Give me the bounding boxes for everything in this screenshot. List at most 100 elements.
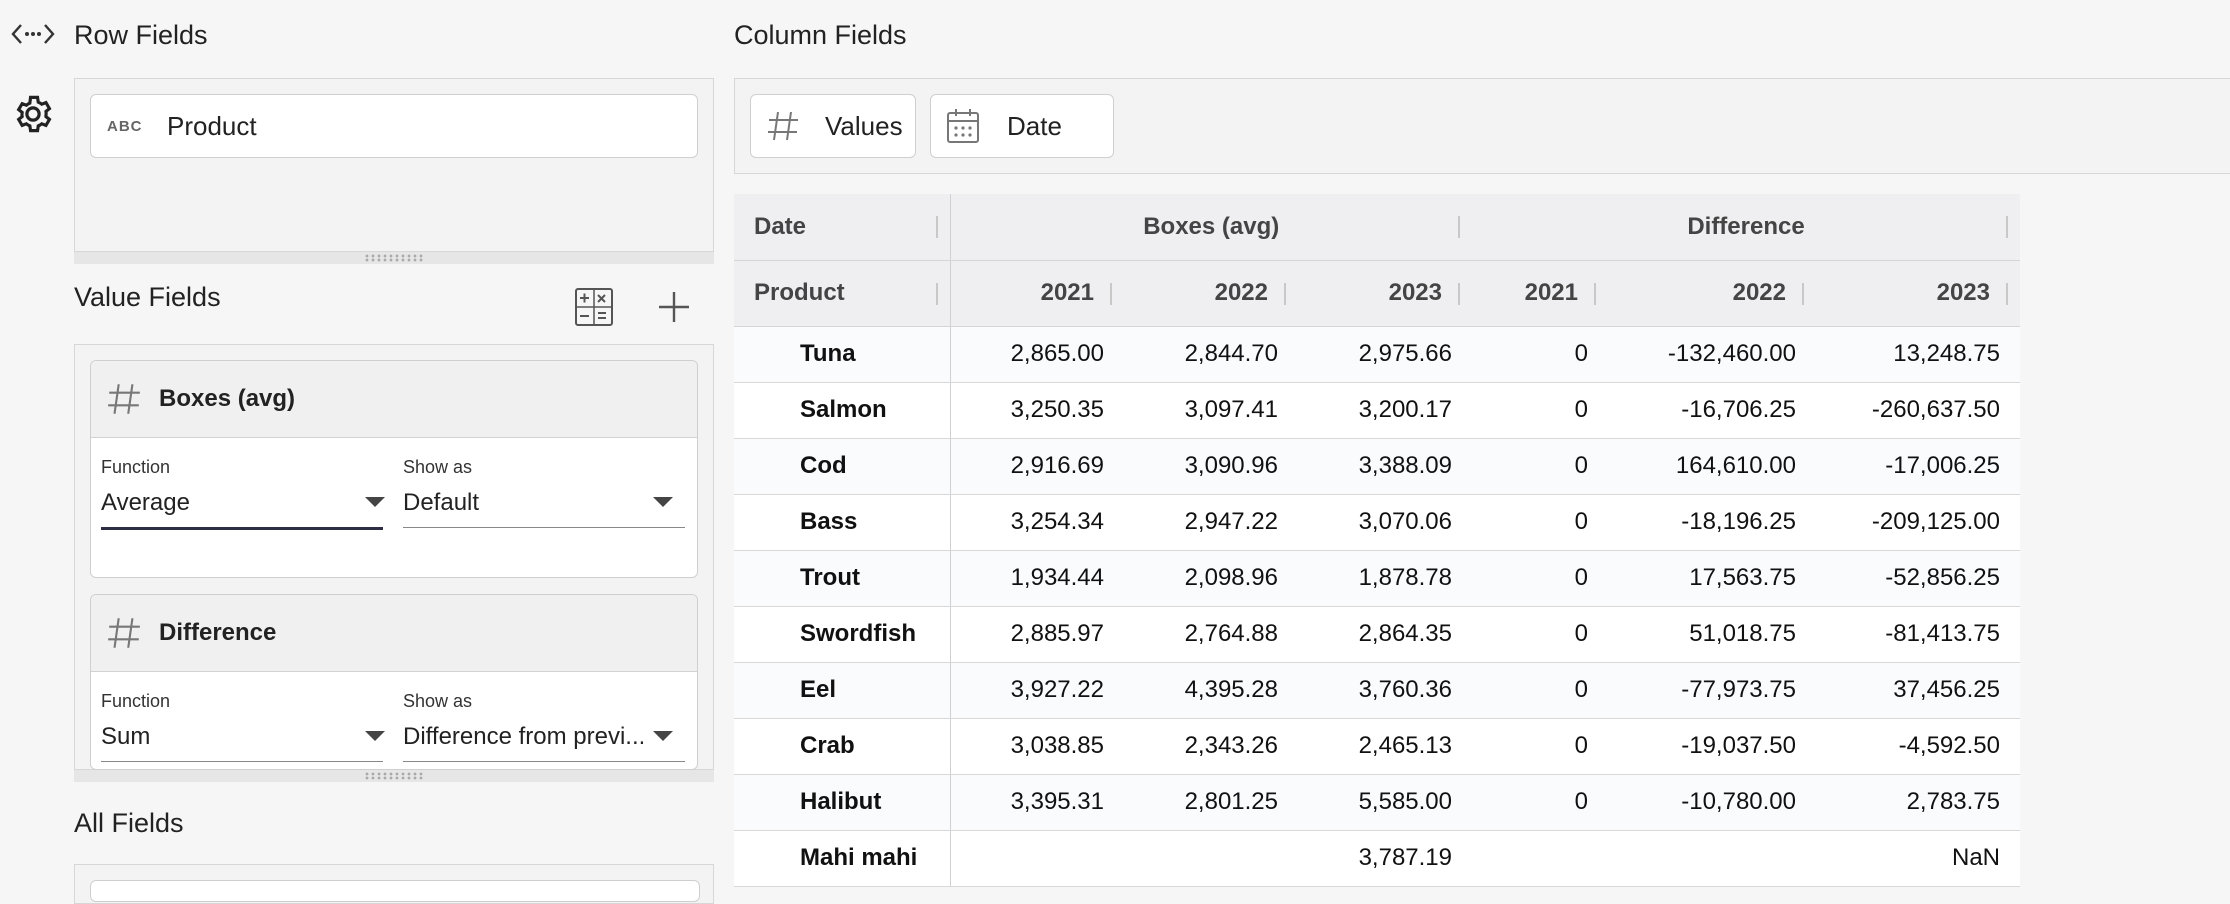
gear-icon[interactable] [8,89,58,139]
table-cell: -132,460.00 [1608,326,1816,383]
column-field-chip-date[interactable]: Date [930,94,1114,158]
function-select[interactable]: Sum [101,723,341,751]
table-cell: NaN [1816,830,2020,887]
table-cell: 2,098.96 [1124,550,1298,607]
table-cell: 3,254.34 [950,494,1124,551]
show-as-underline [403,527,685,528]
table-cell [1472,830,1608,887]
function-underline [101,761,383,762]
header-group-difference[interactable]: Difference [1472,194,2020,261]
row-header-product: Salmon [734,382,951,439]
function-underline [101,527,383,530]
plus-icon[interactable] [654,287,694,327]
table-cell: -17,006.25 [1816,438,2020,495]
table-cell: 164,610.00 [1608,438,1816,495]
column-fields-title: Column Fields [734,20,907,50]
chevron-down-icon[interactable] [653,731,673,741]
row-header-product: Swordfish [734,606,951,663]
row-header-product: Eel [734,662,951,719]
table-row: Swordfish 2,885.97 2,764.88 2,864.35 0 51,018… [734,606,2020,663]
code-arrows-icon[interactable] [8,9,58,59]
table-cell: 3,760.36 [1298,662,1472,719]
table-cell: 0 [1472,326,1608,383]
table-cell: -18,196.25 [1608,494,1816,551]
table-cell: 5,585.00 [1298,774,1472,831]
table-cell: 2,783.75 [1816,774,2020,831]
table-cell: -260,637.50 [1816,382,2020,439]
function-select[interactable]: Average [101,489,341,517]
table-row: Eel 3,927.22 4,395.28 3,760.36 0 -77,973.75 37… [734,662,2020,719]
table-cell: 2,465.13 [1298,718,1472,775]
table-cell: 2,975.66 [1298,326,1472,383]
value-fields-title: Value Fields [74,282,221,312]
function-label: Function [101,691,171,711]
column-field-label: Values [825,110,903,141]
table-cell: 3,787.19 [1298,830,1472,887]
show-as-select[interactable]: Default [403,489,643,517]
show-as-label: Show as [403,691,473,711]
table-cell: 3,070.06 [1298,494,1472,551]
hash-icon [105,380,143,418]
header-product[interactable]: Product [734,260,951,327]
row-fields-title: Row Fields [74,20,208,50]
table-cell: 3,090.96 [1124,438,1298,495]
calculator-icon[interactable] [574,287,614,327]
table-cell: 3,250.35 [950,382,1124,439]
header-year[interactable]: 2023 [1298,260,1472,327]
table-cell: 0 [1472,606,1608,663]
table-row: Crab 3,038.85 2,343.26 2,465.13 0 -19,037.50-… [734,718,2020,775]
show-as-select[interactable]: Difference from previ... [403,723,643,751]
hash-icon [105,614,143,652]
header-year[interactable]: 2022 [1608,260,1816,327]
table-cell: 3,200.17 [1298,382,1472,439]
table-cell: 3,927.22 [950,662,1124,719]
row-fields-resize-handle[interactable] [74,252,714,264]
header-year[interactable]: 2023 [1816,260,2020,327]
pivot-table: Date Boxes (avg) Difference Product 2021… [734,194,2020,887]
table-cell: 17,563.75 [1608,550,1816,607]
row-field-label: Product [167,110,257,141]
header-year[interactable]: 2022 [1124,260,1298,327]
table-cell: 2,801.25 [1124,774,1298,831]
table-cell: 37,456.25 [1816,662,2020,719]
table-cell: 0 [1472,550,1608,607]
header-year[interactable]: 2021 [950,260,1124,327]
chevron-down-icon[interactable] [365,731,385,741]
row-header-product: Halibut [734,774,951,831]
table-cell: 0 [1472,438,1608,495]
header-group-boxes-avg[interactable]: Boxes (avg) [950,194,1472,261]
value-fields-resize-handle[interactable] [74,770,714,782]
table-cell: 0 [1472,718,1608,775]
table-cell [1124,830,1298,887]
column-field-chip-values[interactable]: Values [750,94,916,158]
chevron-down-icon[interactable] [653,497,673,507]
table-cell: 2,844.70 [1124,326,1298,383]
table-cell: 2,885.97 [950,606,1124,663]
row-field-chip-product[interactable]: ABC Product [90,94,698,158]
header-year[interactable]: 2021 [1472,260,1608,327]
table-cell: -16,706.25 [1608,382,1816,439]
table-cell: 0 [1472,382,1608,439]
table-cell: 0 [1472,662,1608,719]
table-row: Tuna 2,865.00 2,844.70 2,975.66 0 -132,460.00… [734,326,2020,383]
header-date[interactable]: Date [734,194,951,261]
chevron-down-icon[interactable] [365,497,385,507]
table-cell: 0 [1472,774,1608,831]
row-header-product: Bass [734,494,951,551]
value-field-card-difference[interactable]: Difference Function Sum Show as Differen… [90,594,698,770]
value-field-title: Boxes (avg) [159,385,296,412]
table-cell: 2,764.88 [1124,606,1298,663]
value-field-card-boxes-avg[interactable]: Boxes (avg) Function Average Show as Def… [90,360,698,578]
table-cell: 0 [1472,494,1608,551]
abc-type-icon: ABC [107,117,143,135]
table-row: Mahi mahi 3,787.19 NaN [734,830,2020,887]
hash-icon [765,108,805,144]
table-row: Bass 3,254.34 2,947.22 3,070.06 0 -18,196.25-… [734,494,2020,551]
all-fields-item[interactable] [90,880,700,902]
row-header-product: Mahi mahi [734,830,951,887]
table-cell: 2,864.35 [1298,606,1472,663]
row-header-product: Cod [734,438,951,495]
table-cell: 3,388.09 [1298,438,1472,495]
table-cell [950,830,1124,887]
table-cell: -52,856.25 [1816,550,2020,607]
